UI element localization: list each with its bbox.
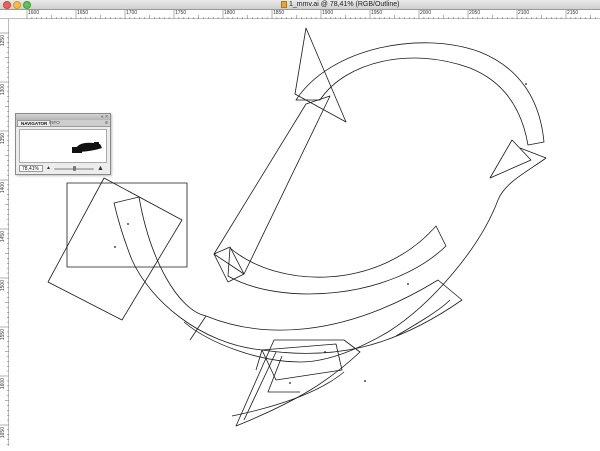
navigator-footer: 78,41% ▲ ▲ [16, 164, 110, 174]
outer-swoosh[interactable] [183, 147, 547, 363]
ruler-label: 1950 [371, 10, 383, 16]
zoom-in-mountain-icon[interactable]: ▲ [97, 165, 104, 172]
close-icon[interactable] [3, 1, 11, 9]
ruler-label: 2000 [420, 10, 432, 16]
ruler-label: 1650 [0, 427, 6, 439]
lower-band-divider[interactable] [189, 315, 263, 371]
view-area-rectangle[interactable] [66, 182, 188, 268]
ruler-label: 1850 [273, 10, 285, 16]
zoom-slider-thumb[interactable] [72, 166, 76, 171]
zoom-out-mountain-icon[interactable]: ▲ [46, 165, 51, 172]
ruler-label: 1550 [0, 329, 6, 341]
ruler-label: 2050 [469, 10, 481, 16]
diagonal-band[interactable] [213, 95, 331, 275]
vertical-ruler[interactable]: 1250 1300 1350 1400 1450 1500 1550 1600 1650 [0, 19, 9, 446]
horizontal-ruler-ticks [26, 10, 596, 19]
ruler-label: 2150 [567, 10, 579, 16]
ruler-label: 1400 [0, 182, 6, 194]
zoom-icon[interactable] [23, 1, 31, 9]
navigator-thumbnail [72, 142, 102, 153]
ruler-label: 1350 [0, 133, 6, 145]
panel-tabs: NAVIGATOR INFO ≡ [16, 120, 110, 127]
arc-band-lower[interactable] [113, 196, 463, 354]
tab-info[interactable]: INFO [46, 120, 63, 126]
ruler-label: 1800 [224, 10, 236, 16]
navigator-preview[interactable] [19, 129, 107, 163]
ruler-label: 1750 [175, 10, 187, 16]
window-title: 1_mmv.ai @ 78,41% (RGB/Outline) [289, 1, 400, 8]
ruler-label: 1250 [0, 35, 6, 47]
ruler-label: 1600 [0, 378, 6, 390]
ruler-label: 1300 [0, 84, 6, 96]
title-bar: 1_mmv.ai @ 78,41% (RGB/Outline) [0, 0, 600, 10]
outline-artwork[interactable] [9, 19, 600, 446]
arc-band-top[interactable] [295, 42, 545, 146]
ruler-label: 1450 [0, 231, 6, 243]
ruler-label: 1500 [0, 280, 6, 292]
ruler-label: 1650 [77, 10, 89, 16]
artboard-canvas[interactable] [9, 19, 600, 446]
ruler-label: 2100 [518, 10, 530, 16]
triangle-shape-top[interactable] [294, 27, 347, 123]
inner-thin-stroke[interactable] [395, 299, 451, 337]
illustrator-document-icon [281, 1, 287, 8]
anchor-points [114, 83, 527, 384]
navigator-panel[interactable]: « × NAVIGATOR INFO ≡ 78,41% ▲ ▲ [15, 113, 111, 175]
bottom-arrow-inner[interactable] [243, 351, 300, 421]
horizontal-ruler[interactable]: 1600 1650 1700 1750 1800 1850 1900 1950 2000 2050… [0, 10, 600, 19]
arc-band-middle[interactable] [227, 225, 447, 295]
ruler-label: 1600 [28, 10, 40, 16]
panel-menu-icon[interactable]: ≡ [105, 120, 108, 126]
rotated-frame[interactable] [47, 177, 183, 321]
zoom-level-field[interactable]: 78,41% [19, 165, 43, 172]
ruler-label: 1700 [126, 10, 138, 16]
minimize-icon[interactable] [13, 1, 21, 9]
ruler-label: 1900 [322, 10, 334, 16]
